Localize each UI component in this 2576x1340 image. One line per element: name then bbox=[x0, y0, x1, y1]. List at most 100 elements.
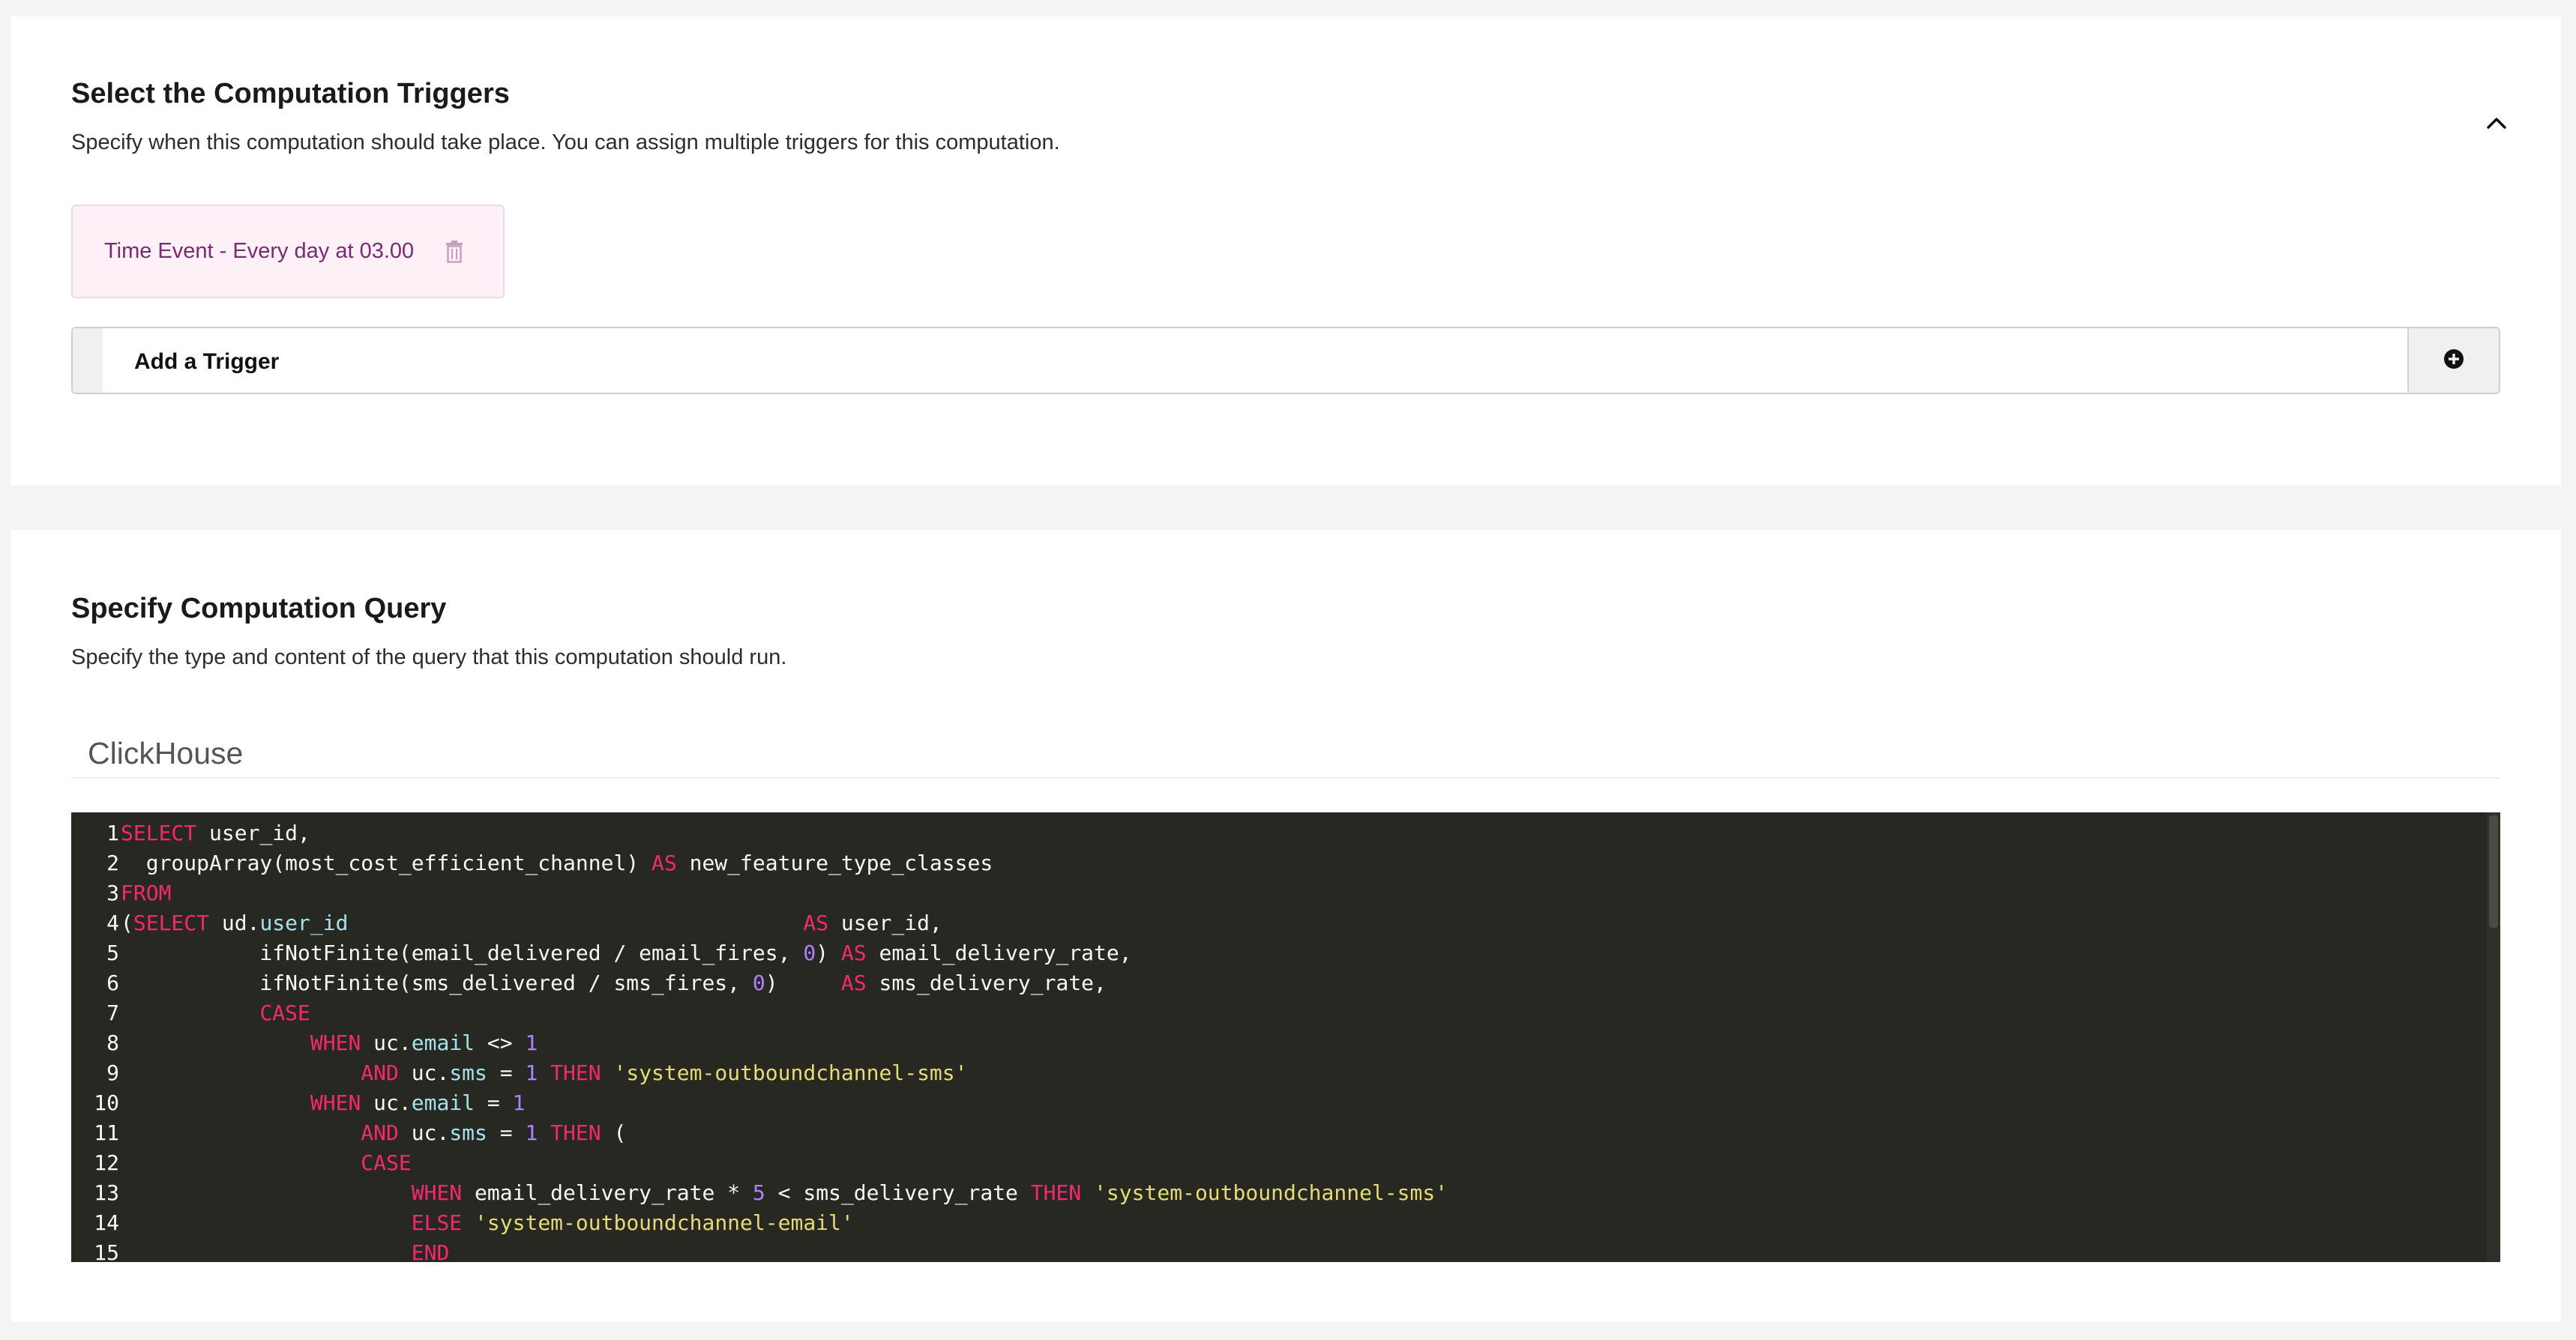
code-token: 1 bbox=[525, 1060, 538, 1085]
line-number: 10 bbox=[94, 1090, 119, 1115]
code-line[interactable]: 8 WHEN uc.email <> 1 bbox=[71, 1028, 2485, 1058]
code-line[interactable]: 4 (SELECT ud.user_id AS user_id, bbox=[71, 908, 2485, 938]
line-code: WHEN uc.email <> 1 bbox=[121, 1028, 538, 1058]
code-token: 5 bbox=[752, 1180, 765, 1205]
line-code: ifNotFinite(email_delivered / email_fire… bbox=[121, 938, 1131, 968]
code-line[interactable]: 5 ifNotFinite(email_delivered / email_fi… bbox=[71, 938, 2485, 968]
code-line[interactable]: 12 CASE bbox=[71, 1148, 2485, 1178]
query-card: Specify Computation Query Specify the ty… bbox=[11, 530, 2561, 1322]
code-token: 'system-outboundchannel-sms' bbox=[613, 1060, 968, 1085]
code-token: sms_delivery_rate, bbox=[866, 971, 1107, 995]
code-token: ) bbox=[765, 971, 841, 995]
code-editor[interactable]: 15 END 14 ELSE 'system-outboundchannel-em… bbox=[71, 812, 2500, 1262]
line-number: 14 bbox=[94, 1210, 119, 1235]
code-line[interactable]: 10 WHEN uc.email = 1 bbox=[71, 1088, 2485, 1118]
query-type-divider bbox=[71, 777, 2500, 779]
triggers-card: Select the Computation Triggers Specify … bbox=[11, 16, 2561, 486]
line-code: AND uc.sms = 1 THEN 'system-outboundchan… bbox=[121, 1058, 968, 1088]
query-section-title: Specify Computation Query bbox=[71, 593, 447, 624]
line-code: ELSE 'system-outboundchannel-email' bbox=[121, 1208, 854, 1238]
code-line[interactable]: 6 ifNotFinite(sms_delivered / sms_fires,… bbox=[71, 968, 2485, 998]
collapse-button[interactable] bbox=[2480, 108, 2513, 141]
line-number: 8 bbox=[106, 1030, 119, 1055]
code-token: ifNotFinite(sms_delivered / sms_fires, bbox=[121, 971, 753, 995]
code-token: user_id, bbox=[828, 911, 942, 935]
code-token: SELECT bbox=[133, 911, 210, 935]
line-number: 5 bbox=[106, 941, 119, 965]
code-token: THEN bbox=[1030, 1180, 1082, 1205]
line-number: 3 bbox=[106, 881, 119, 905]
code-line[interactable]: 2 groupArray(most_cost_efficient_channel… bbox=[71, 848, 2485, 878]
code-token: WHEN bbox=[310, 1090, 361, 1115]
add-trigger-button[interactable] bbox=[2407, 328, 2499, 393]
code-token: user_id, bbox=[196, 821, 310, 845]
trash-icon[interactable] bbox=[442, 238, 466, 265]
code-token: email bbox=[411, 1030, 475, 1055]
triggers-section-title: Select the Computation Triggers bbox=[71, 78, 510, 109]
triggers-section-description: Specify when this computation should tak… bbox=[71, 130, 1060, 154]
line-code: SELECT user_id, bbox=[121, 818, 310, 848]
add-trigger-bar[interactable]: Add a Trigger bbox=[71, 327, 2500, 394]
code-token: 0 bbox=[803, 941, 816, 965]
code-token: AS bbox=[651, 851, 677, 875]
code-token: sms bbox=[449, 1060, 487, 1085]
code-line[interactable]: 9 AND uc.sms = 1 THEN 'system-outboundch… bbox=[71, 1058, 2485, 1088]
code-line[interactable]: 1 SELECT user_id, bbox=[71, 818, 2485, 848]
code-token: ( bbox=[601, 1120, 627, 1145]
code-token: ) bbox=[816, 941, 841, 965]
code-token: SELECT bbox=[121, 821, 197, 845]
code-token: < sms_delivery_rate bbox=[765, 1180, 1031, 1205]
code-token: AS bbox=[840, 971, 867, 995]
code-token: uc. bbox=[398, 1060, 450, 1085]
code-token: AND bbox=[361, 1120, 399, 1145]
code-token: CASE bbox=[259, 1001, 310, 1025]
line-code: WHEN uc.email = 1 bbox=[121, 1088, 526, 1118]
code-token: ud. bbox=[209, 911, 260, 935]
code-token: sms bbox=[449, 1120, 487, 1145]
code-line[interactable]: 15 END bbox=[71, 1238, 2485, 1262]
code-token: 1 bbox=[512, 1090, 526, 1115]
trigger-chip[interactable]: Time Event - Every day at 03.00 bbox=[71, 205, 505, 298]
code-token: AS bbox=[803, 911, 829, 935]
code-token: = bbox=[487, 1060, 526, 1085]
line-code: END bbox=[121, 1238, 450, 1262]
line-code: AND uc.sms = 1 THEN ( bbox=[121, 1118, 626, 1148]
editor-scroll-thumb[interactable] bbox=[2489, 815, 2498, 928]
code-token: groupArray(most_cost_efficient_channel) bbox=[121, 851, 652, 875]
code-token: CASE bbox=[361, 1150, 412, 1175]
line-number: 15 bbox=[94, 1240, 119, 1262]
code-token: uc. bbox=[361, 1030, 412, 1055]
code-token: ifNotFinite(email_delivered / email_fire… bbox=[121, 941, 804, 965]
line-code: CASE bbox=[121, 1148, 412, 1178]
line-number: 12 bbox=[94, 1150, 119, 1175]
line-number: 2 bbox=[106, 851, 119, 875]
line-number: 1 bbox=[106, 821, 119, 845]
code-line[interactable]: 14 ELSE 'system-outboundchannel-email' bbox=[71, 1208, 2485, 1238]
editor-scrollbar[interactable] bbox=[2487, 812, 2500, 1262]
code-token: 1 bbox=[525, 1030, 538, 1055]
line-number: 6 bbox=[106, 971, 119, 995]
line-code: groupArray(most_cost_efficient_channel) … bbox=[121, 848, 993, 878]
code-token: THEN bbox=[550, 1060, 601, 1085]
code-token: WHEN bbox=[411, 1180, 463, 1205]
code-token: END bbox=[411, 1240, 450, 1262]
code-token: <> bbox=[475, 1030, 526, 1055]
code-line[interactable]: 13 WHEN email_delivery_rate * 5 < sms_de… bbox=[71, 1178, 2485, 1208]
code-line[interactable]: 3 FROM bbox=[71, 878, 2485, 908]
code-line[interactable]: 11 AND uc.sms = 1 THEN ( bbox=[71, 1118, 2485, 1148]
code-token: 0 bbox=[752, 971, 765, 995]
code-token: uc. bbox=[361, 1090, 412, 1115]
line-code: WHEN email_delivery_rate * 5 < sms_deliv… bbox=[121, 1178, 1448, 1208]
code-token: 'system-outboundchannel-email' bbox=[475, 1210, 854, 1235]
code-line[interactable]: 7 CASE bbox=[71, 998, 2485, 1028]
add-trigger-label: Add a Trigger bbox=[134, 349, 280, 374]
plus-circle-icon bbox=[2443, 348, 2465, 374]
